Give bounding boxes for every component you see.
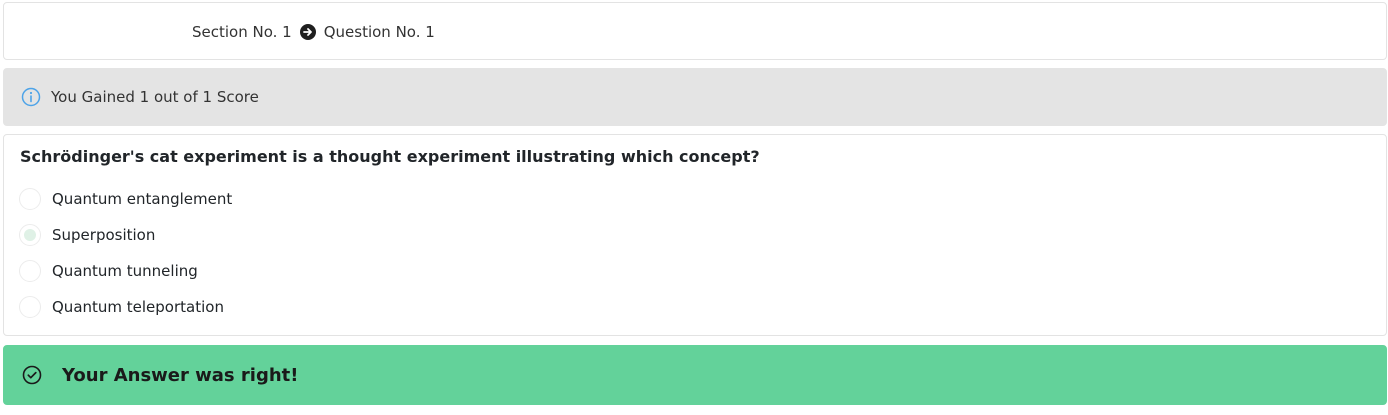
breadcrumb-section[interactable]: Section No. 1 [192, 23, 292, 41]
option-label: Quantum entanglement [52, 190, 233, 208]
options-list: Quantum entanglement Superposition Quant… [19, 181, 232, 325]
option-radio[interactable] [19, 296, 41, 318]
option-label: Quantum tunneling [52, 262, 198, 280]
arrow-circle-right-icon [299, 24, 316, 40]
breadcrumb-question[interactable]: Question No. 1 [324, 23, 435, 41]
option-item[interactable]: Superposition [19, 217, 232, 253]
check-circle-icon [22, 365, 42, 385]
option-radio[interactable] [19, 188, 41, 210]
breadcrumb-card: Section No. 1 Question No. 1 [3, 2, 1387, 60]
question-card: Schrödinger's cat experiment is a though… [3, 134, 1387, 336]
result-alert: Your Answer was right! [3, 345, 1387, 405]
score-info-alert: You Gained 1 out of 1 Score [3, 68, 1387, 126]
option-radio-selected[interactable] [19, 224, 41, 246]
option-label: Superposition [52, 226, 156, 244]
option-item[interactable]: Quantum entanglement [19, 181, 232, 217]
option-item[interactable]: Quantum teleportation [19, 289, 232, 325]
question-text: Schrödinger's cat experiment is a though… [20, 147, 760, 166]
score-info-text: You Gained 1 out of 1 Score [51, 88, 259, 106]
breadcrumb: Section No. 1 Question No. 1 [192, 3, 435, 61]
option-label: Quantum teleportation [52, 298, 224, 316]
result-text: Your Answer was right! [62, 364, 299, 386]
option-radio[interactable] [19, 260, 41, 282]
option-item[interactable]: Quantum tunneling [19, 253, 232, 289]
info-circle-icon [21, 87, 41, 107]
